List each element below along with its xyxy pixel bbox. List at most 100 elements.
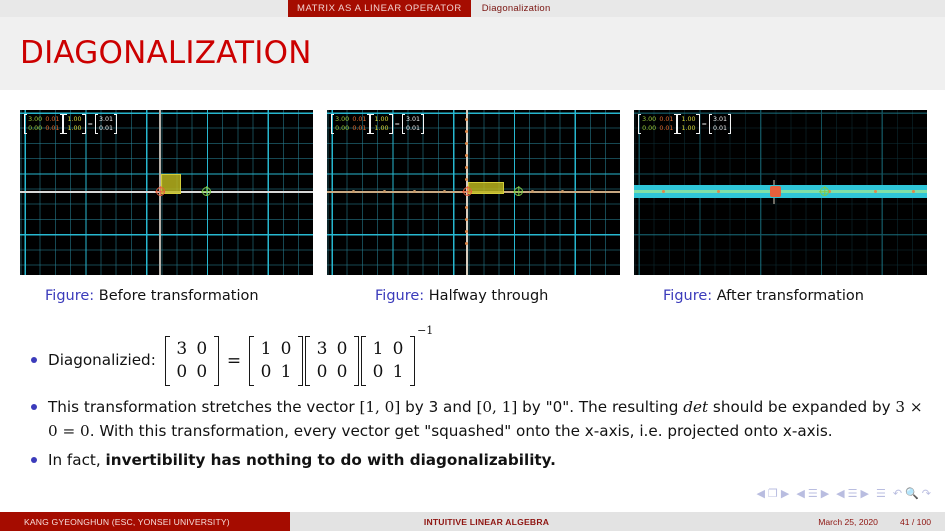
y-tick <box>465 130 468 133</box>
figure-caption-label: Figure: <box>663 288 713 304</box>
annot-r1: 3.01 <box>99 116 114 123</box>
cell: 0 <box>316 362 328 382</box>
footer-bar: KANG GYEONGHUN (ESC, YONSEI UNIVERSITY) … <box>0 512 945 531</box>
nav-back-icon[interactable]: ↶ <box>893 487 903 500</box>
bullet-marker <box>31 357 37 363</box>
y-tick <box>465 178 468 181</box>
basis-vector-j-marker <box>820 187 829 196</box>
figure-caption-label: Figure: <box>375 288 425 304</box>
figure-caption-1: Figure: Before transformation <box>45 288 259 304</box>
footer-page-number: 41 / 100 <box>899 516 931 527</box>
annotation-matrix-a: 3.00 0.00 0.01 0.01 <box>331 114 371 135</box>
matrix-annotation: 3.00 0.00 0.01 0.01 1.00 1.00 = 3.01 0.0… <box>638 114 732 135</box>
header-spacer-left <box>0 0 288 17</box>
basis-vector-i-marker <box>156 187 165 196</box>
matrix-row: 01 <box>256 361 296 384</box>
nav-search-icon[interactable]: 🔍 <box>905 487 920 500</box>
matrix-p-inverse: 10 01 <box>361 336 416 386</box>
explanation-part2: by 3 and <box>400 398 477 416</box>
annotation-matrix-a-col2: 0.01 0.01 <box>351 115 368 133</box>
nav-next-subsection-icon[interactable]: ▶ <box>821 487 830 500</box>
annot-x2: 1.00 <box>67 125 82 133</box>
nav-back-find-forward-group[interactable]: ↶ 🔍 ↷ <box>893 487 932 500</box>
annotation-equals-sign: = <box>701 120 707 128</box>
annot-a22: 0.01 <box>45 125 60 133</box>
header-tab-section-active[interactable]: MATRIX AS A LINEAR OPERATOR <box>288 0 471 17</box>
annotation-matrix-a-col2: 0.01 0.01 <box>658 115 675 133</box>
nav-prev-subsection-icon[interactable]: ◀ <box>796 487 805 500</box>
annot-x1: 1.00 <box>67 116 82 123</box>
figure-caption-label: Figure: <box>45 288 95 304</box>
annot-a21: 0.00 <box>28 125 43 133</box>
matrix-row: 10 <box>256 338 296 361</box>
basis-vector-j-marker <box>514 187 523 196</box>
annot-a12: 0.01 <box>659 116 674 123</box>
annot-r2: 0.01 <box>99 125 114 133</box>
plot-after-transformation: 3.00 0.00 0.01 0.01 1.00 1.00 = 3.01 0.0… <box>634 110 927 275</box>
x-tick <box>383 190 386 193</box>
vector-0-1: [0, 1] <box>476 398 518 416</box>
cell: 0 <box>260 362 272 382</box>
annot-r2: 0.01 <box>713 125 728 133</box>
footer-talk-title: INTUITIVE LINEAR ALGEBRA <box>290 512 683 531</box>
annotation-matrix-a-col2: 0.01 0.01 <box>44 115 61 133</box>
annotation-equals-sign: = <box>87 120 93 128</box>
matrix-row: 30 <box>172 338 212 361</box>
matrix-row: 01 <box>368 361 408 384</box>
cell: 1 <box>392 362 404 383</box>
matrix-annotation: 3.00 0.00 0.01 0.01 1.00 1.00 = 3.01 0.0… <box>331 114 425 135</box>
annot-r2: 0.01 <box>406 125 421 133</box>
header-navigation-bar: MATRIX AS A LINEAR OPERATOR Diagonalizat… <box>0 0 945 17</box>
matrix-row: 00 <box>172 361 212 384</box>
title-block: DIAGONALIZATION <box>0 17 945 90</box>
matrix-p-inverse-group: 10 01 −1 <box>360 324 433 386</box>
cell: 0 <box>336 362 348 382</box>
nav-prev-section-icon[interactable]: ◀ <box>836 487 845 500</box>
figures-row: 3.00 0.00 0.01 0.01 1.00 1.00 = 3.01 0.0… <box>0 110 945 276</box>
det-symbol: det <box>683 398 709 416</box>
nav-subsection-icon[interactable]: ☰ <box>808 487 819 500</box>
figure-caption-text: After transformation <box>716 288 864 304</box>
matrix-lhs: 30 00 <box>164 336 219 386</box>
figure-caption-3: Figure: After transformation <box>663 288 864 304</box>
nav-document-icon[interactable]: ☰ <box>876 487 887 500</box>
nav-slide-icon[interactable]: ❐ <box>768 487 779 500</box>
nav-section-group[interactable]: ◀ ☰ ▶ <box>836 487 870 500</box>
header-tab-subsection-diagonalization[interactable]: Diagonalization <box>470 0 562 17</box>
explanation-part4: should be expanded by <box>708 398 896 416</box>
annot-a12: 0.01 <box>352 116 367 123</box>
nav-next-section-icon[interactable]: ▶ <box>861 487 870 500</box>
matrix-row: 00 <box>312 361 352 384</box>
figure-halfway-through: 3.00 0.00 0.01 0.01 1.00 1.00 = 3.01 0.0… <box>327 110 620 275</box>
nav-doc-group[interactable]: ☰ <box>876 487 887 500</box>
annotation-result-col: 3.01 0.01 <box>404 115 421 133</box>
annotation-vector-x: 1.00 1.00 <box>677 114 700 135</box>
annot-a11: 3.00 <box>335 116 350 123</box>
nav-slide-group[interactable]: ◀ ❐ ▶ <box>757 487 791 500</box>
plot-halfway-through: 3.00 0.00 0.01 0.01 1.00 1.00 = 3.01 0.0… <box>327 110 620 275</box>
inverse-exponent: −1 <box>417 324 434 338</box>
annotation-equals-sign: = <box>394 120 400 128</box>
cell: 0 <box>196 339 208 360</box>
annot-a11: 3.00 <box>28 116 43 123</box>
footer-date: March 25, 2020 <box>818 516 878 527</box>
annot-x2: 1.00 <box>374 125 389 133</box>
basis-vector-i-marker <box>463 187 472 196</box>
x-tick <box>561 190 564 193</box>
annotation-matrix-a: 3.00 0.00 0.01 0.01 <box>638 114 678 135</box>
nav-forward-icon[interactable]: ↷ <box>922 487 932 500</box>
nav-subsection-group[interactable]: ◀ ☰ ▶ <box>796 487 830 500</box>
annotation-matrix-a-col1: 3.00 0.00 <box>27 115 44 133</box>
matrix-p: 10 01 <box>249 336 304 386</box>
nav-section-icon[interactable]: ☰ <box>848 487 859 500</box>
nav-prev-slide-icon[interactable]: ◀ <box>757 487 766 500</box>
x-tick <box>662 190 665 193</box>
figure-after-transformation: 3.00 0.00 0.01 0.01 1.00 1.00 = 3.01 0.0… <box>634 110 927 275</box>
nav-next-slide-icon[interactable]: ▶ <box>781 487 790 500</box>
annot-a22: 0.01 <box>352 125 367 133</box>
cell: 1 <box>260 339 272 360</box>
basis-vector-j-marker <box>202 187 211 196</box>
cell: 0 <box>392 339 404 360</box>
y-tick <box>465 230 468 233</box>
annotation-vector-x: 1.00 1.00 <box>63 114 86 135</box>
